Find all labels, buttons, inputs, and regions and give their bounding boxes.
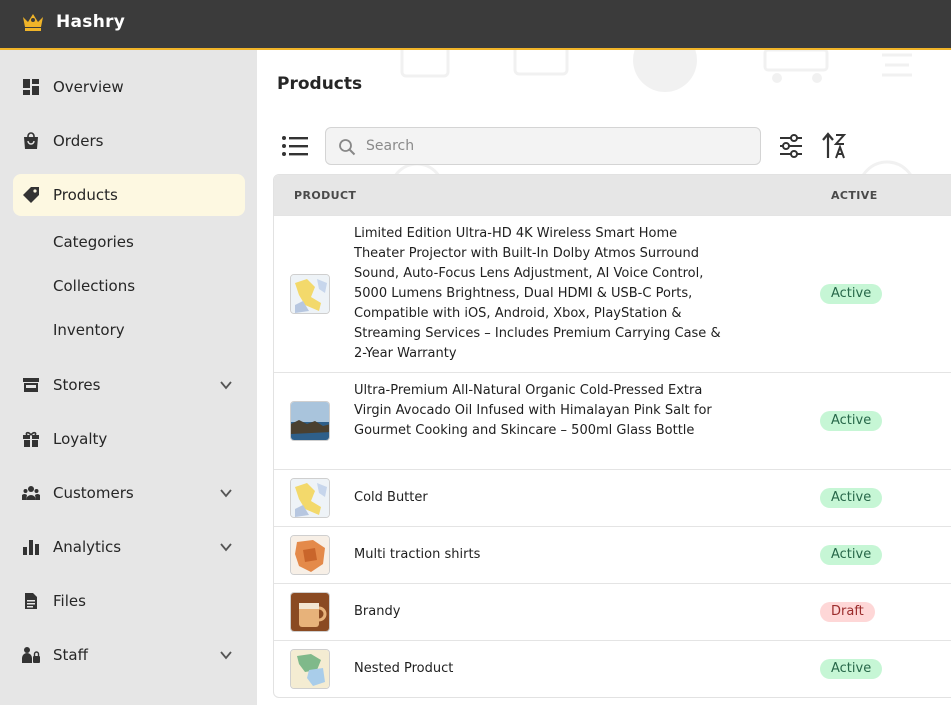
status-badge: Active [820,284,883,304]
status-badge: Draft [820,602,875,622]
status-badge: Active [820,488,883,508]
bar-chart-icon [23,540,39,555]
gift-icon [23,431,39,447]
sort-alphabetical-icon[interactable] [821,132,847,160]
table-row[interactable]: Multi traction shirts Active [274,526,951,583]
table-row[interactable]: Limited Edition Ultra-HD 4K Wireless Sma… [274,215,951,372]
column-header-active[interactable]: ACTIVE [831,189,878,202]
map-thumbnail-icon [291,275,329,313]
page-title: Products [277,74,363,94]
table-row[interactable]: Brandy Draft [274,583,951,640]
column-header-product[interactable]: PRODUCT [294,189,356,202]
product-name: Nested Product [354,661,454,676]
sidebar-subitem-inventory[interactable]: Inventory [53,321,125,343]
status-badge: Active [820,411,883,431]
product-thumbnail [290,592,330,632]
search-box [325,127,761,165]
product-thumbnail [290,274,330,314]
product-name: Ultra-Premium All-Natural Organic Cold-P… [354,383,712,438]
sidebar-item-loyalty[interactable]: Loyalty [13,418,245,460]
product-thumbnail [290,478,330,518]
sidebar-item-label: Loyalty [53,430,108,448]
product-thumbnail [290,401,330,441]
status-badge: Active [820,659,883,679]
filter-settings-icon[interactable] [778,133,804,159]
sidebar-item-label: Analytics [53,538,122,556]
map-thumbnail-icon [291,479,329,517]
products-table: PRODUCT ACTIVE Limited Edition Ultra-HD … [273,174,951,698]
sidebar-item-customers[interactable]: Customers [13,472,245,514]
sidebar-item-orders[interactable]: Orders [13,120,245,162]
sidebar-subitem-categories[interactable]: Categories [53,233,134,255]
map-thumbnail-icon [291,650,329,688]
crown-logo-icon [23,14,43,31]
table-row[interactable]: Nested Product Active [274,640,951,697]
chevron-down-icon[interactable] [219,486,233,500]
status-badge: Active [820,545,883,565]
main-content: Products PRODUCT ACTIVE [257,50,951,705]
product-name: Cold Butter [354,490,428,505]
sidebar-item-label: Staff [53,646,88,664]
dashboard-icon [23,79,39,95]
sidebar: Overview Orders Products Categories Coll… [0,50,257,705]
chevron-down-icon[interactable] [219,540,233,554]
staff-icon [22,647,40,663]
sidebar-item-label: Products [53,186,118,204]
sidebar-item-products[interactable]: Products [13,174,245,216]
chevron-down-icon[interactable] [219,648,233,662]
sidebar-item-overview[interactable]: Overview [13,66,245,108]
mug-photo-icon [291,593,329,631]
file-icon [25,593,37,609]
brand[interactable]: Hashry [20,9,125,35]
sidebar-item-label: Stores [53,376,101,394]
map-thumbnail-icon [291,536,329,574]
sidebar-item-stores[interactable]: Stores [13,364,245,406]
product-thumbnail [290,535,330,575]
store-icon [23,378,39,392]
coastline-photo-icon [291,402,329,440]
tag-icon [23,187,39,203]
product-name: Limited Edition Ultra-HD 4K Wireless Sma… [354,226,721,361]
chevron-down-icon[interactable] [219,378,233,392]
list-view-icon[interactable] [281,134,309,158]
top-bar: Hashry [0,0,951,50]
sidebar-item-label: Overview [53,78,124,96]
search-input[interactable] [366,128,746,164]
sidebar-item-files[interactable]: Files [13,580,245,622]
sidebar-item-label: Customers [53,484,134,502]
search-icon [339,139,356,156]
sidebar-item-label: Files [53,592,86,610]
users-icon [22,486,40,500]
sidebar-item-staff[interactable]: Staff [13,634,245,676]
product-name: Multi traction shirts [354,547,481,562]
product-thumbnail [290,649,330,689]
sidebar-item-label: Orders [53,132,104,150]
product-name: Brandy [354,604,401,619]
shopping-bag-icon [24,132,38,149]
table-header: PRODUCT ACTIVE [274,175,951,215]
table-row[interactable]: Cold Butter Active [274,469,951,526]
table-row[interactable]: Ultra-Premium All-Natural Organic Cold-P… [274,372,951,469]
sidebar-subitem-collections[interactable]: Collections [53,277,135,299]
sidebar-item-analytics[interactable]: Analytics [13,526,245,568]
brand-name: Hashry [56,12,126,32]
